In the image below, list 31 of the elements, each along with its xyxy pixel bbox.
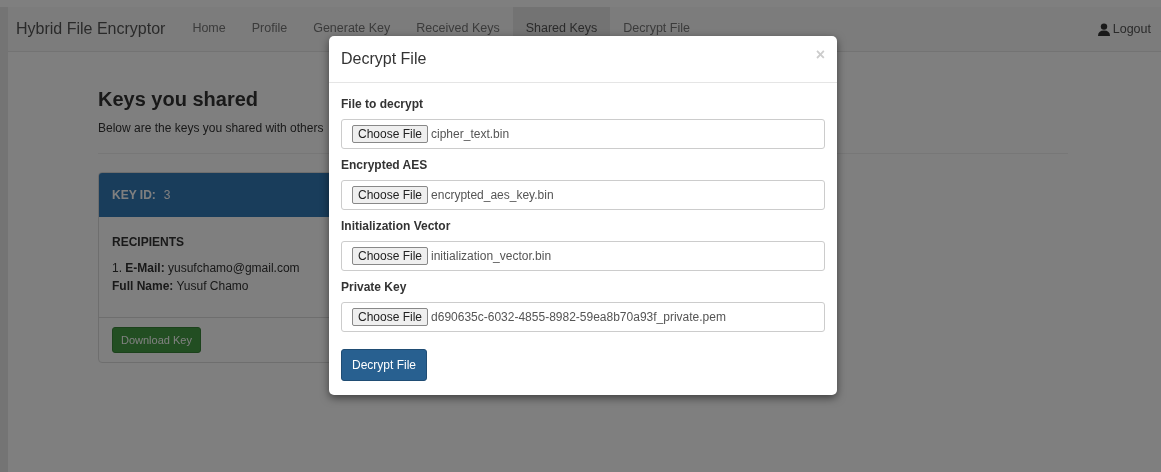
field-label: Initialization Vector — [341, 219, 452, 233]
file-name: cipher_text.bin — [431, 127, 510, 141]
dialog-title: Decrypt File — [341, 50, 427, 68]
field-label: Private Key — [341, 280, 408, 294]
brand-title[interactable]: Hybrid File Encryptor — [16, 7, 166, 51]
recipients-title: RECIPIENTS — [112, 235, 185, 249]
download-key-button[interactable]: Download Key — [112, 327, 201, 353]
file-input[interactable]: Choose File cipher_text.bin — [341, 119, 825, 149]
page-subtitle: Below are the keys you shared with others — [98, 121, 324, 135]
key-id-label: KEY ID: — [112, 188, 156, 202]
choose-file-button[interactable]: Choose File — [352, 125, 429, 143]
file-input[interactable]: Choose File initialization_vector.bin — [341, 241, 825, 271]
field-label: Encrypted AES — [341, 158, 429, 172]
choose-file-button[interactable]: Choose File — [352, 247, 429, 265]
file-input[interactable]: Choose File encrypted_aes_key.bin — [341, 180, 825, 210]
nav-link[interactable]: Home — [179, 7, 239, 51]
logout-link[interactable]: Logout — [1097, 7, 1151, 51]
decrypt-file-button[interactable]: Decrypt File — [341, 349, 427, 381]
file-name: encrypted_aes_key.bin — [431, 188, 554, 202]
key-id-value: 3 — [163, 188, 171, 202]
nav-link[interactable]: Profile — [238, 7, 301, 51]
file-input[interactable]: Choose File d690635c-6032-4855-8982-59ea8b70a93f_private.pem — [341, 302, 825, 332]
choose-file-button[interactable]: Choose File — [352, 186, 429, 204]
recipient-name: Full Name: Yusuf Chamo — [112, 278, 249, 295]
file-name: initialization_vector.bin — [431, 249, 552, 263]
choose-file-button[interactable]: Choose File — [352, 308, 429, 326]
page-heading: Keys you shared — [98, 88, 259, 111]
user-icon — [1097, 22, 1110, 36]
recipient-email: 1. E-Mail: yusufchamo@gmail.com — [112, 260, 300, 277]
field-label: File to decrypt — [341, 97, 424, 111]
file-name: d690635c-6032-4855-8982-59ea8b70a93f_private.pem — [431, 310, 726, 324]
